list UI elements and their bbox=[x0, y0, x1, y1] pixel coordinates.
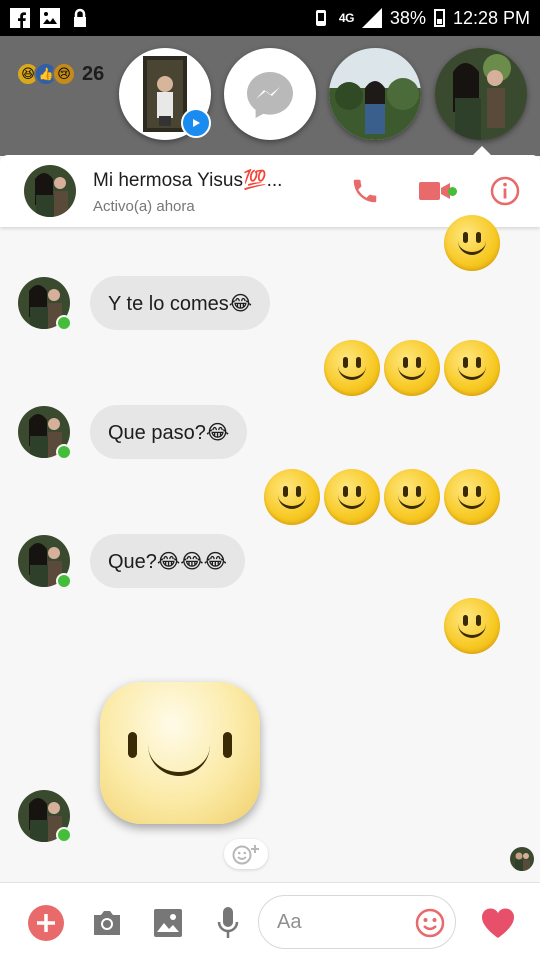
sent-emoji-message[interactable] bbox=[444, 215, 500, 271]
camera-icon bbox=[94, 911, 120, 935]
signal-icon bbox=[361, 8, 382, 28]
video-camera-icon bbox=[419, 182, 450, 200]
video-badge-icon bbox=[181, 108, 211, 138]
add-reaction-icon bbox=[232, 845, 259, 865]
smile-sticker[interactable] bbox=[100, 682, 260, 824]
online-indicator bbox=[56, 827, 72, 843]
smiley-emoji bbox=[264, 469, 320, 525]
post-reactions: 😆 👍 😢 26 bbox=[16, 62, 104, 86]
contact-avatar[interactable] bbox=[24, 165, 76, 217]
smiley-emoji bbox=[324, 340, 380, 396]
info-icon bbox=[490, 176, 520, 206]
network-type: 4G bbox=[338, 11, 355, 25]
smiley-emoji bbox=[444, 469, 500, 525]
emoji-icon bbox=[415, 908, 445, 938]
sent-emoji-message[interactable] bbox=[444, 598, 500, 654]
contact-status: Activo(a) ahora bbox=[93, 197, 195, 215]
sent-emoji-message[interactable] bbox=[324, 340, 500, 396]
smiley-emoji bbox=[384, 469, 440, 525]
online-indicator bbox=[56, 444, 72, 460]
active-indicator bbox=[448, 187, 457, 196]
chathead-photo bbox=[435, 48, 527, 140]
gallery-icon bbox=[40, 8, 60, 28]
received-message[interactable]: Que paso?😂 bbox=[90, 405, 248, 459]
contact-name[interactable]: Mi hermosa Yisus💯... bbox=[93, 168, 282, 192]
voice-record-button[interactable] bbox=[208, 903, 248, 943]
message-input[interactable] bbox=[277, 910, 397, 934]
chathead-messenger[interactable] bbox=[224, 48, 316, 140]
seen-avatar bbox=[510, 847, 534, 871]
battery-icon bbox=[433, 9, 445, 27]
chathead-contact-2[interactable] bbox=[329, 48, 421, 140]
sent-emoji-message[interactable] bbox=[264, 469, 500, 525]
emoji-button[interactable] bbox=[415, 908, 445, 943]
smiley-emoji bbox=[444, 340, 500, 396]
message-list[interactable]: Y te lo comes😂 Que paso?😂 Que?😂😂😂 bbox=[0, 215, 540, 882]
smiley-emoji bbox=[384, 340, 440, 396]
voice-call-button[interactable] bbox=[330, 155, 400, 227]
more-actions-button[interactable] bbox=[26, 903, 66, 943]
clock: 12:28 PM bbox=[452, 7, 530, 28]
reaction-count: 26 bbox=[82, 62, 105, 85]
message-input-wrapper bbox=[258, 895, 456, 949]
smiley-emoji bbox=[444, 215, 500, 271]
plus-icon bbox=[28, 905, 64, 941]
chathead-active[interactable] bbox=[435, 48, 527, 140]
gallery-button[interactable] bbox=[148, 903, 188, 943]
messenger-icon bbox=[247, 72, 293, 118]
online-indicator bbox=[56, 573, 72, 589]
like-heart-button[interactable] bbox=[478, 903, 518, 943]
online-indicator bbox=[56, 315, 72, 331]
image-icon bbox=[154, 909, 182, 937]
vibrate-icon bbox=[315, 10, 326, 26]
add-reaction-button[interactable] bbox=[224, 839, 268, 869]
message-composer bbox=[0, 882, 540, 960]
camera-button[interactable] bbox=[87, 903, 127, 943]
heart-icon bbox=[481, 908, 515, 938]
received-message[interactable]: Y te lo comes😂 bbox=[90, 276, 271, 330]
facebook-icon bbox=[10, 8, 30, 28]
chathead-photo bbox=[329, 48, 421, 140]
battery-percent: 38% bbox=[389, 7, 426, 28]
received-message[interactable]: Que?😂😂😂 bbox=[90, 534, 246, 588]
sad-reaction-icon: 😢 bbox=[52, 62, 76, 86]
smiley-emoji bbox=[324, 469, 380, 525]
smiley-emoji bbox=[444, 598, 500, 654]
lock-icon bbox=[74, 8, 86, 27]
phone-icon bbox=[353, 179, 377, 203]
microphone-icon bbox=[217, 907, 239, 938]
status-bar: 4G 38% 12:28 PM bbox=[0, 0, 540, 36]
